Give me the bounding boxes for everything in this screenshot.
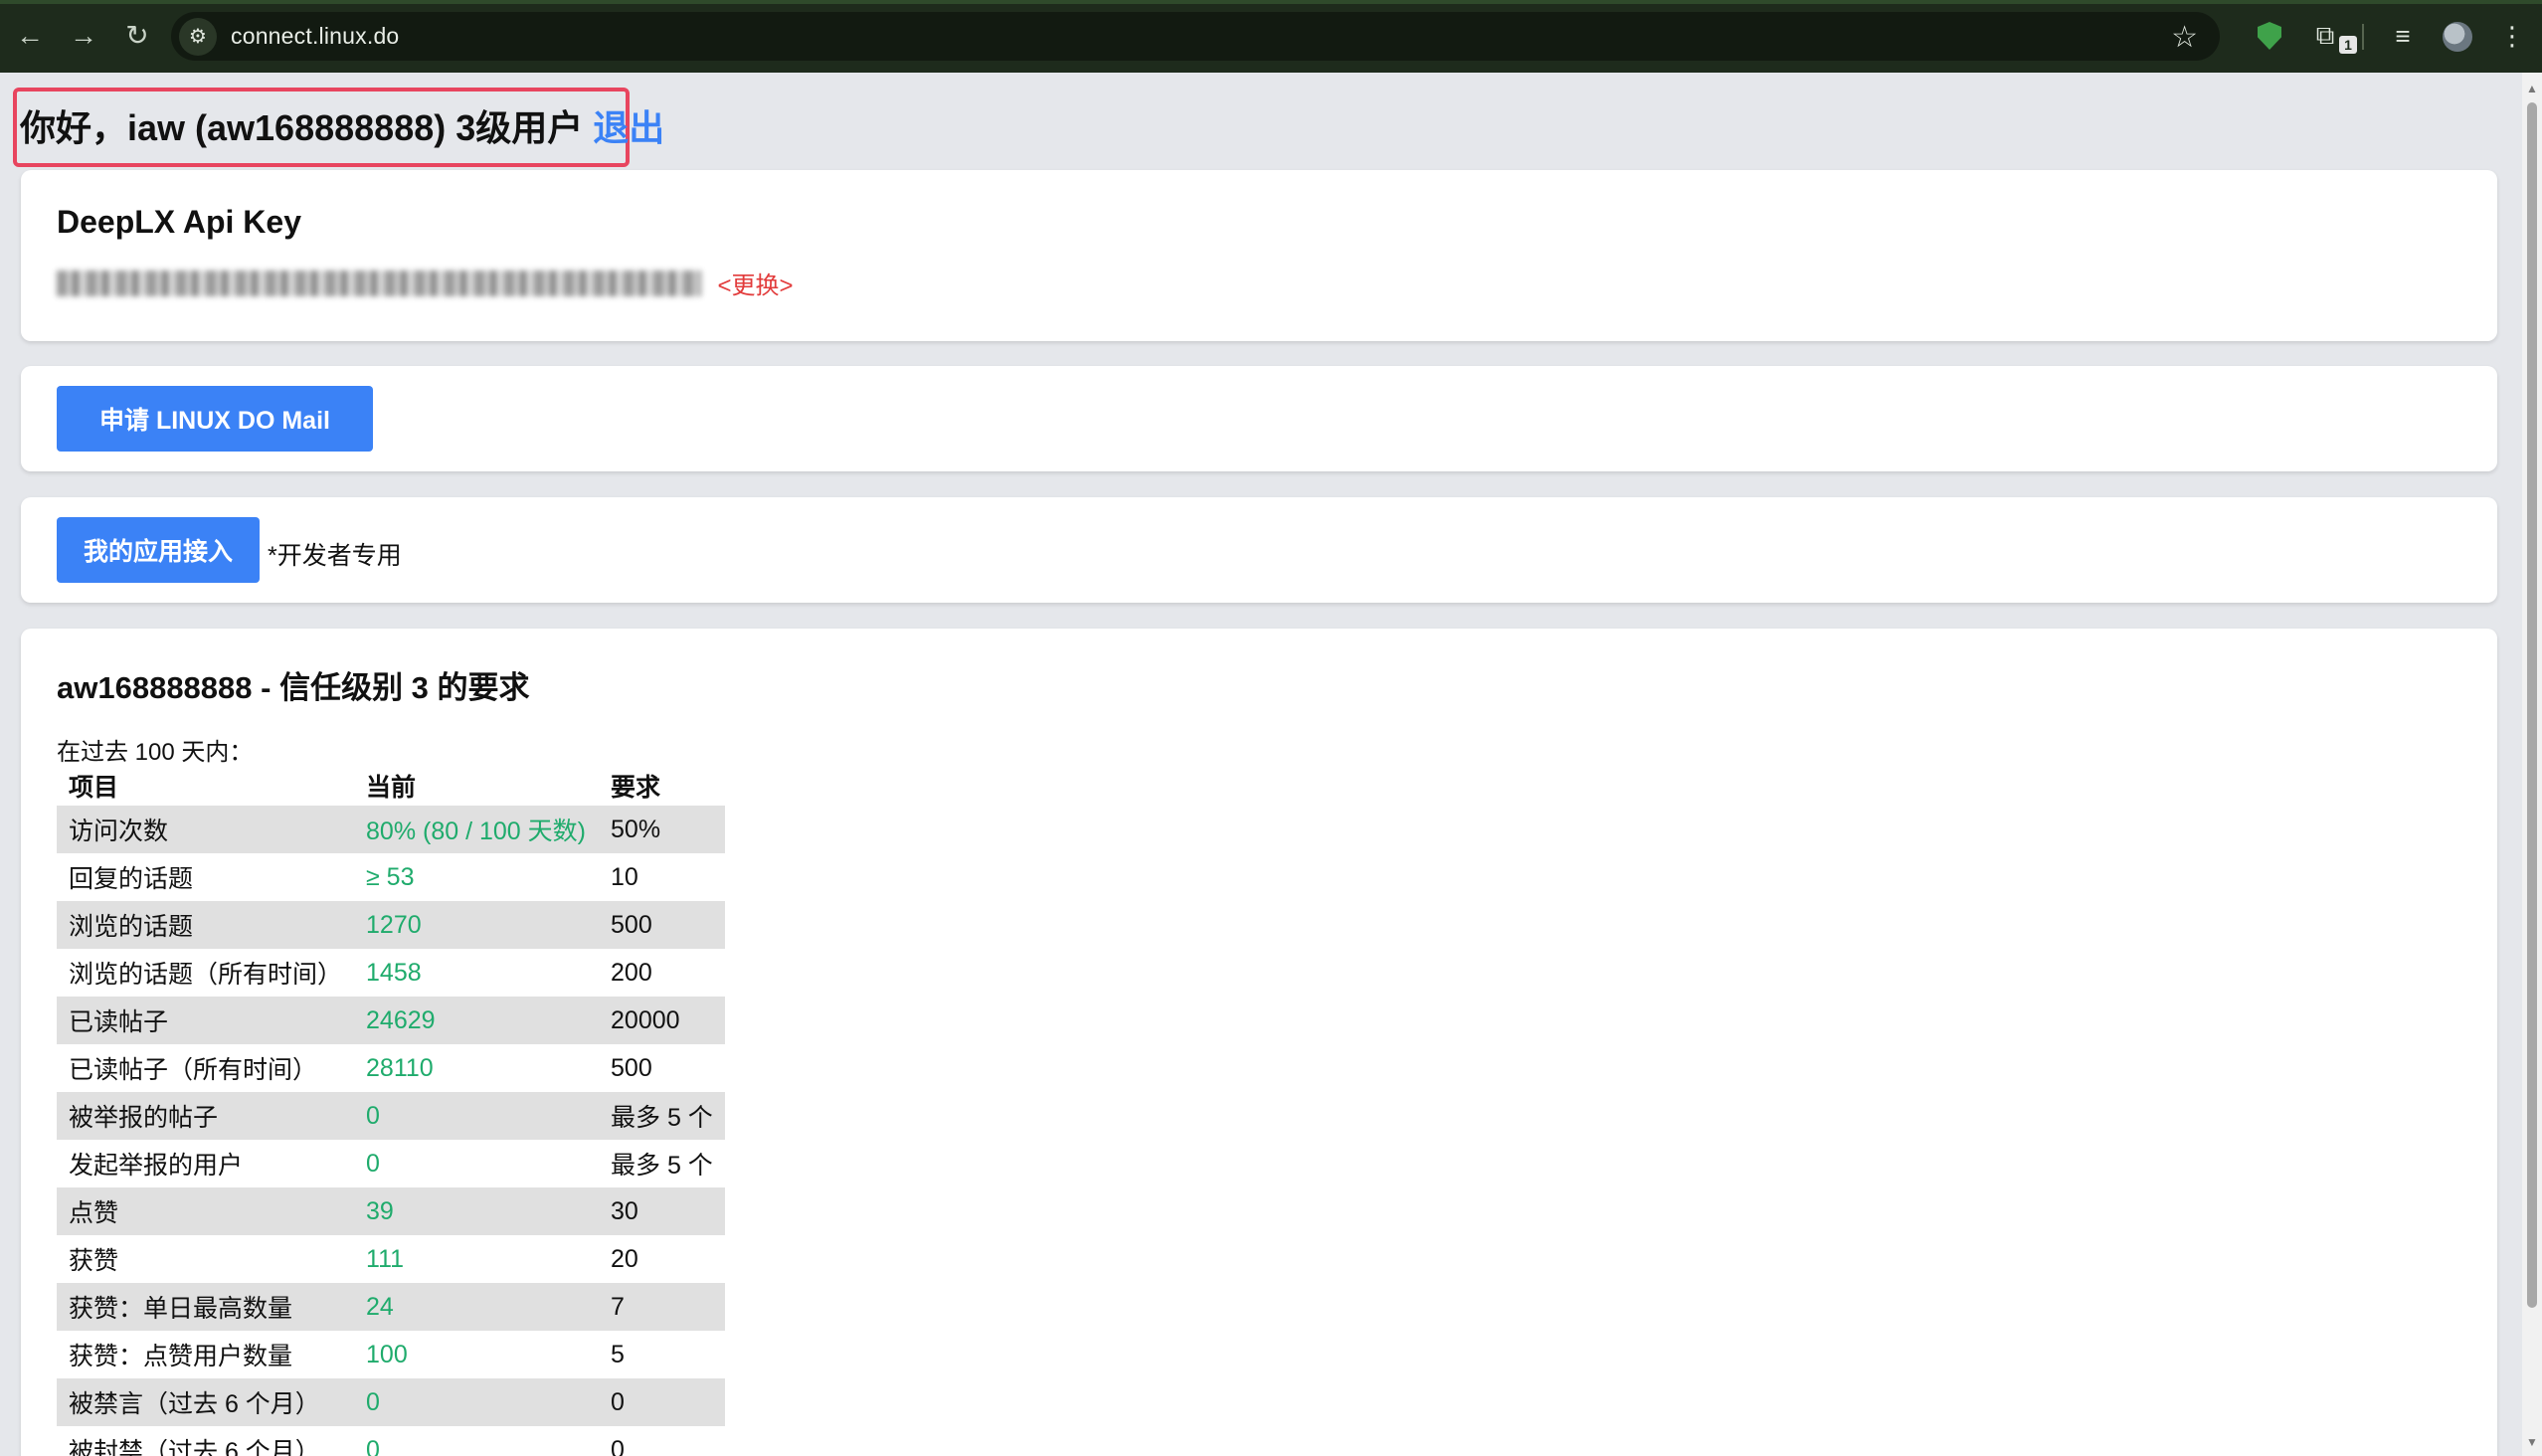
logout-link[interactable]: 退出 <box>593 99 664 151</box>
row-required: 5 <box>611 1340 625 1368</box>
table-row: 已读帖子（所有时间） 28110 500 <box>57 1044 725 1092</box>
address-bar[interactable]: ⚙ connect.linux.do ☆ <box>171 12 2220 61</box>
my-apps-button[interactable]: 我的应用接入 <box>57 517 260 583</box>
more-menu-icon[interactable]: ⋮ <box>2494 18 2530 54</box>
table-row: 已读帖子 24629 20000 <box>57 997 725 1044</box>
row-current: 80% (80 / 100 天数) <box>354 806 600 853</box>
row-required: 10 <box>611 862 638 891</box>
table-row: 被封禁（过去 6 个月） 0 0 <box>57 1426 725 1456</box>
row-required: 500 <box>611 1053 652 1082</box>
row-item: 访问次数 <box>57 806 355 853</box>
table-row: 被禁言（过去 6 个月） 0 0 <box>57 1378 725 1426</box>
table-row: 浏览的话题 1270 500 <box>57 901 725 949</box>
row-item: 点赞 <box>57 1187 355 1235</box>
requirements-table: 项目 当前 要求 访问次数 80% (80 / 100 天数) 50% 回复的话题 ≥… <box>57 766 725 1456</box>
row-required: 30 <box>599 1187 725 1235</box>
shield-extension-icon[interactable] <box>2252 18 2287 54</box>
row-current: 0 <box>366 1149 380 1178</box>
row-required: 50% <box>599 806 725 853</box>
site-info-icon[interactable]: ⚙ <box>179 17 217 56</box>
table-row: 发起举报的用户 0 最多 5 个 <box>57 1140 725 1187</box>
table-row: 浏览的话题（所有时间） 1458 200 <box>57 949 725 997</box>
extensions-puzzle-icon[interactable]: ⧉ <box>2307 18 2343 54</box>
row-required: 最多 5 个 <box>599 1092 725 1140</box>
table-row: 回复的话题 ≥ 53 10 <box>57 853 725 901</box>
page-scrollbar[interactable]: ▲ ▼ <box>2522 73 2542 1456</box>
mail-card: 申请 LINUX DO Mail <box>21 366 2497 471</box>
app-access-card: 我的应用接入 *开发者专用 <box>21 497 2497 603</box>
table-row: 点赞 39 30 <box>57 1187 725 1235</box>
url-text[interactable]: connect.linux.do <box>231 23 399 50</box>
scroll-down-arrow-icon[interactable]: ▼ <box>2522 1432 2542 1452</box>
row-current: 0 <box>366 1435 380 1456</box>
api-key-row: <更换> <box>57 266 793 300</box>
header-item: 项目 <box>69 774 119 802</box>
row-item: 浏览的话题 <box>57 901 355 949</box>
row-required: 20000 <box>599 997 725 1044</box>
back-arrow-icon[interactable]: ← <box>12 18 48 54</box>
header-required: 要求 <box>611 774 661 802</box>
media-control-icon[interactable]: ≡ <box>2385 18 2421 54</box>
change-key-link[interactable]: <更换> <box>717 273 793 299</box>
row-required: 20 <box>611 1244 638 1273</box>
row-current: 100 <box>366 1340 408 1368</box>
row-current: 0 <box>354 1378 600 1426</box>
row-required: 200 <box>611 958 652 987</box>
scroll-up-arrow-icon[interactable]: ▲ <box>2522 79 2542 98</box>
table-row: 访问次数 80% (80 / 100 天数) 50% <box>57 806 725 853</box>
trust-level-title: aw168888888 - 信任级别 3 的要求 <box>57 670 530 705</box>
greeting-text: 你好，iaw (aw168888888) 3级用户 <box>20 107 584 148</box>
reload-icon[interactable]: ↻ <box>119 18 155 54</box>
row-current: 111 <box>366 1244 405 1273</box>
row-current: 39 <box>354 1187 600 1235</box>
row-item: 获赞 <box>69 1247 119 1275</box>
profile-avatar[interactable] <box>2443 22 2472 52</box>
forward-arrow-icon[interactable]: → <box>66 18 101 54</box>
apply-mail-button[interactable]: 申请 LINUX DO Mail <box>57 386 373 452</box>
tab-strip-edge <box>0 0 2542 4</box>
table-header-row: 项目 当前 要求 <box>57 766 725 806</box>
api-key-title: DeepLX Api Key <box>57 204 301 240</box>
row-item: 获赞：点赞用户数量 <box>69 1343 293 1370</box>
table-row: 获赞：点赞用户数量 100 5 <box>57 1331 725 1378</box>
row-item: 已读帖子（所有时间） <box>69 1056 318 1084</box>
row-current: 24629 <box>354 997 600 1044</box>
row-item: 获赞：单日最高数量 <box>57 1283 355 1331</box>
row-required: 最多 5 个 <box>611 1152 713 1180</box>
developer-note: *开发者专用 <box>268 542 402 570</box>
row-item: 被举报的帖子 <box>57 1092 355 1140</box>
row-required: 0 <box>599 1378 725 1426</box>
row-current: 1270 <box>354 901 600 949</box>
page-content: 你好，iaw (aw168888888) 3级用户 退出 DeepLX Api … <box>0 73 2522 1456</box>
api-key-value-blurred <box>57 270 701 296</box>
row-item: 回复的话题 <box>69 865 194 893</box>
row-item: 被禁言（过去 6 个月） <box>57 1378 355 1426</box>
table-row: 获赞 111 20 <box>57 1235 725 1283</box>
row-current: 1458 <box>366 958 422 987</box>
table-row: 被举报的帖子 0 最多 5 个 <box>57 1092 725 1140</box>
toolbar-divider <box>2362 24 2364 50</box>
row-item: 浏览的话题（所有时间） <box>69 961 343 989</box>
row-current: 24 <box>354 1283 600 1331</box>
bookmark-star-icon[interactable]: ☆ <box>2171 20 2198 55</box>
row-required: 0 <box>611 1435 625 1456</box>
table-row: 获赞：单日最高数量 24 7 <box>57 1283 725 1331</box>
row-item: 已读帖子 <box>57 997 355 1044</box>
row-current: 28110 <box>366 1053 434 1082</box>
api-key-card: DeepLX Api Key <更换> <box>21 170 2497 341</box>
row-item: 被封禁（过去 6 个月） <box>69 1438 320 1456</box>
row-item: 发起举报的用户 <box>69 1152 244 1180</box>
trust-level-card: aw168888888 - 信任级别 3 的要求 在过去 100 天内： 项目 … <box>21 629 2497 1456</box>
greeting-row: 你好，iaw (aw168888888) 3级用户 退出 <box>20 99 664 151</box>
row-current: ≥ 53 <box>366 862 415 891</box>
scroll-thumb[interactable] <box>2527 102 2537 1308</box>
trust-level-period: 在过去 100 天内： <box>57 739 254 766</box>
browser-toolbar: ← → ↻ ⚙ connect.linux.do ☆ 1 ⧉ ≡ ⋮ <box>0 0 2542 73</box>
row-required: 7 <box>599 1283 725 1331</box>
header-current: 当前 <box>366 774 417 802</box>
row-required: 500 <box>599 901 725 949</box>
row-current: 0 <box>354 1092 600 1140</box>
